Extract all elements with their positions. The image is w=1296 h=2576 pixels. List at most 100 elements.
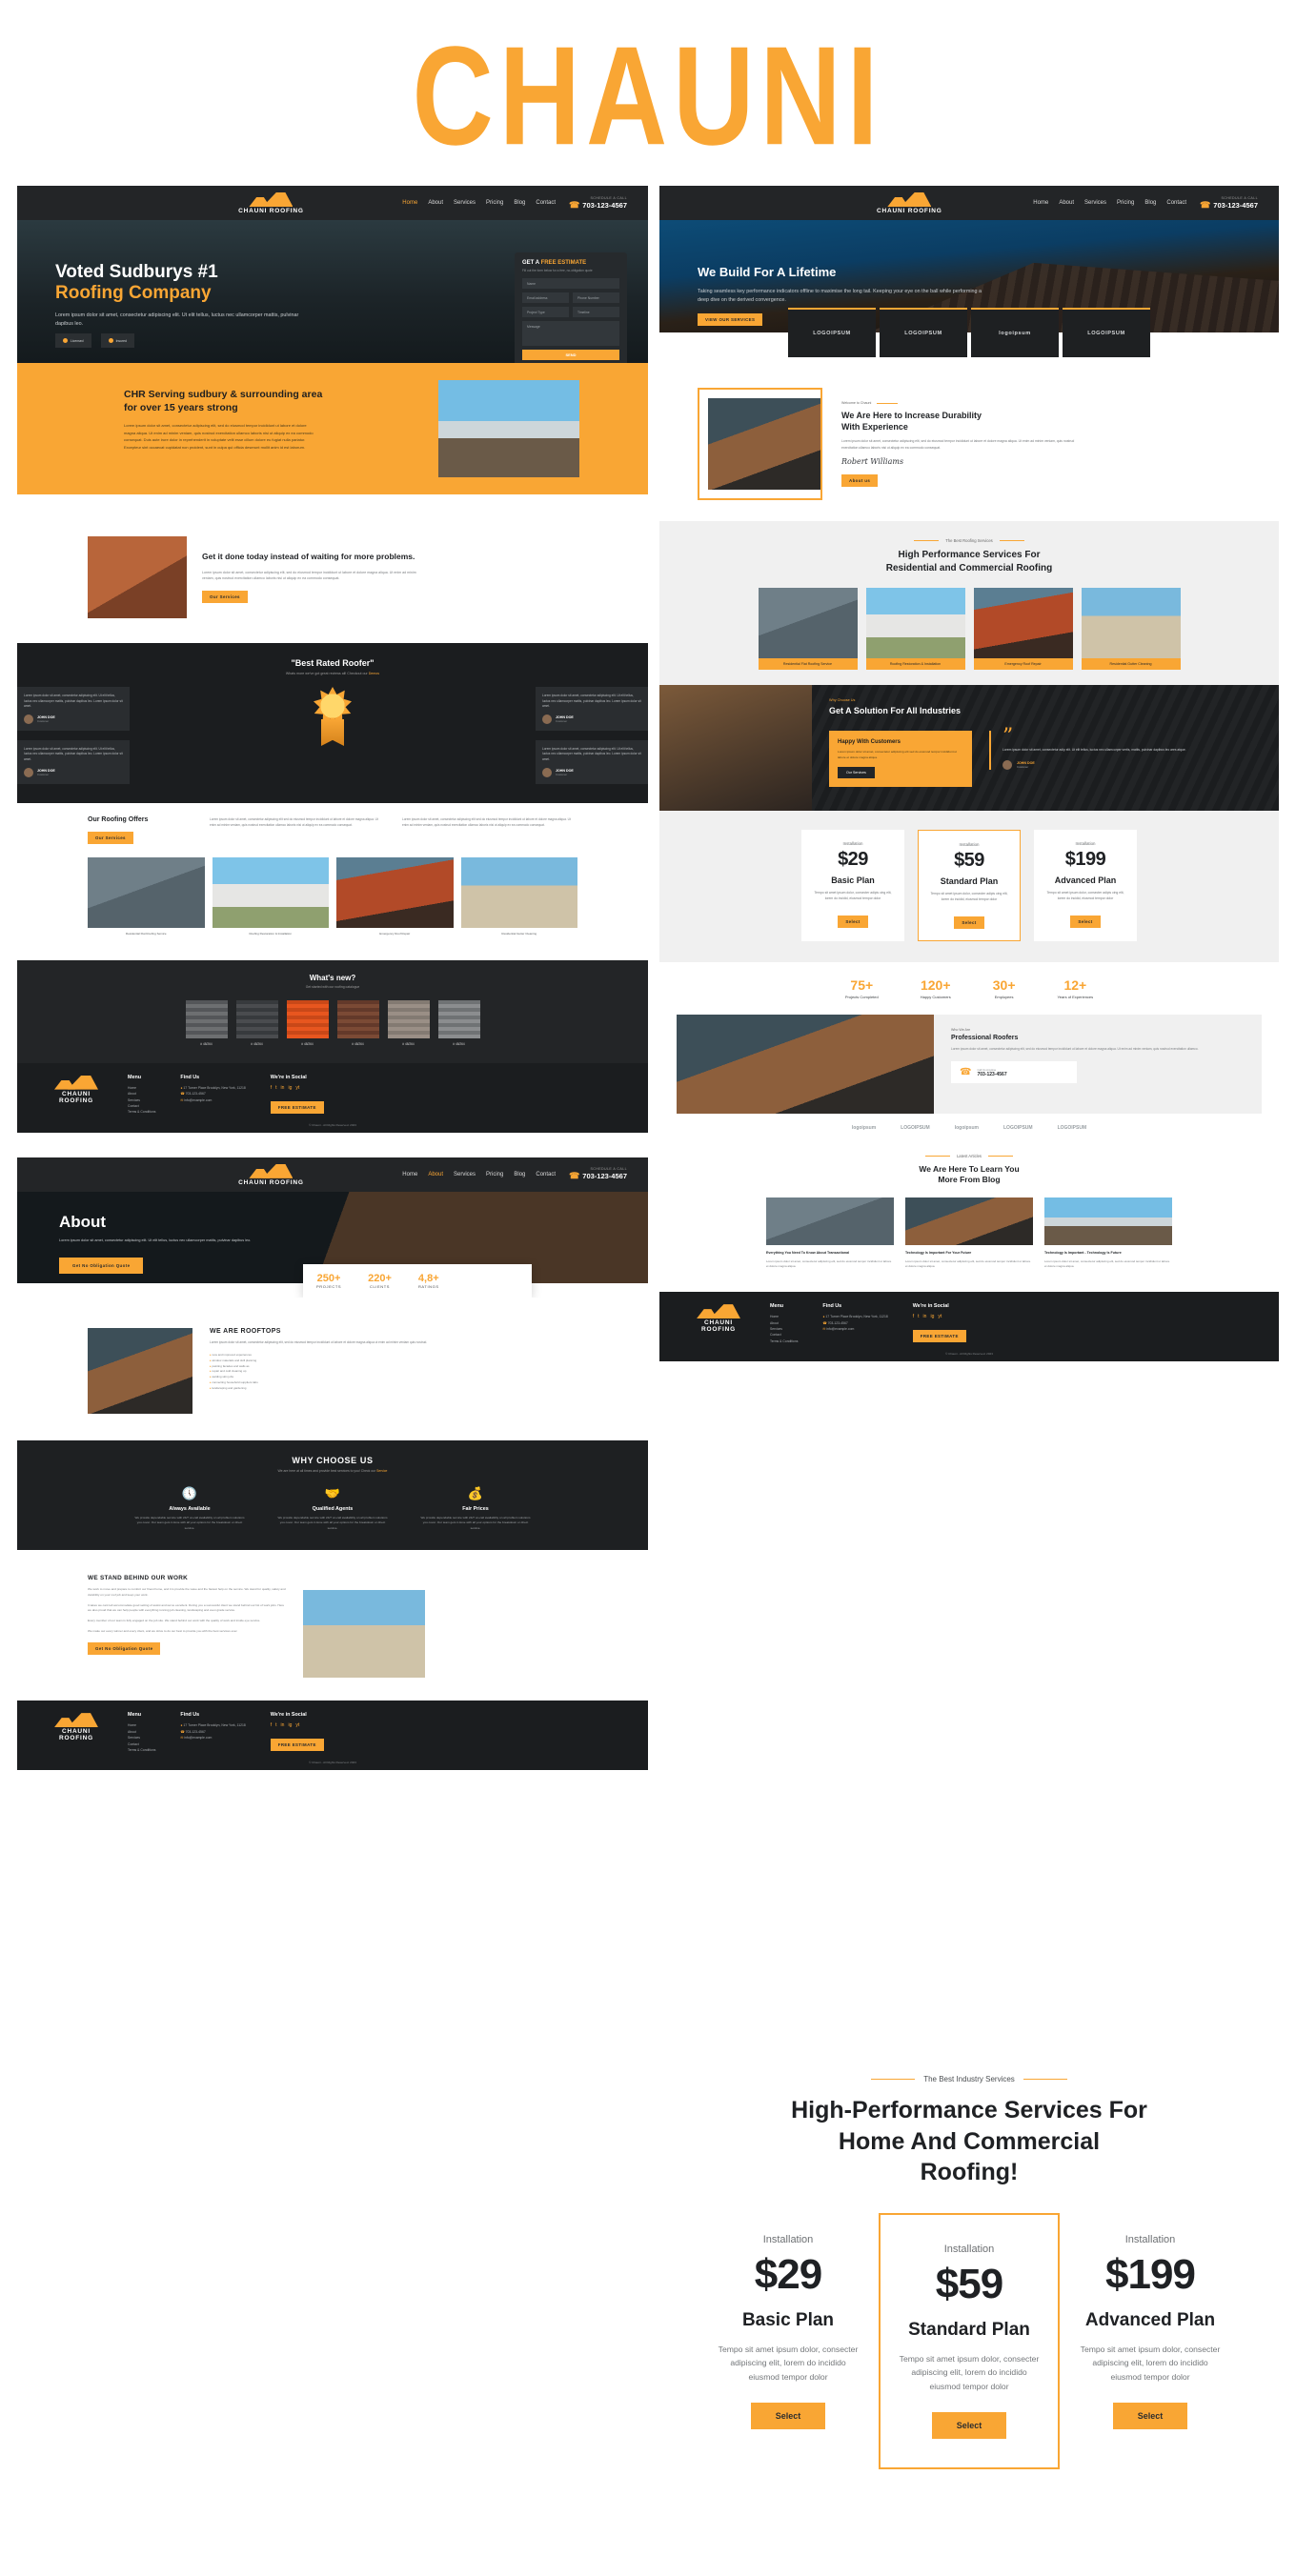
offer-card[interactable]: Roofing Restoration & Installation	[212, 856, 329, 936]
footer-link[interactable]: Terms & Conditions	[128, 1747, 155, 1753]
footer-estimate-button[interactable]: FREE ESTIMATE	[270, 1100, 324, 1114]
footer-email[interactable]: ✉ info@example.com	[180, 1097, 245, 1103]
phone-field[interactable]: Phone Number	[573, 292, 619, 303]
testimonials-demos-link[interactable]: Demos	[369, 672, 379, 675]
happy-services-button[interactable]: Our Services	[838, 767, 875, 779]
offers-services-button[interactable]: Our Services	[88, 831, 133, 844]
nav-phone[interactable]: SCHEDULE A CALL ☎ 703-123-4567	[569, 196, 627, 211]
logo[interactable]: CHAUNI ROOFING	[877, 191, 942, 214]
about-quote-button[interactable]: Get No Obligation Quote	[59, 1257, 144, 1274]
nav-phone[interactable]: SCHEDULE A CALL ☎ 703-123-4567	[569, 1167, 627, 1181]
swatch[interactable]: # 48/264	[387, 999, 430, 1046]
nav-item-about[interactable]: About	[1059, 200, 1074, 206]
swatch[interactable]: # 48/264	[235, 999, 278, 1046]
why-service-link[interactable]: Service	[376, 1469, 387, 1473]
mockup-waiting-section: Get it done today instead of waiting for…	[17, 521, 648, 628]
instagram-icon[interactable]: ig	[930, 1314, 934, 1319]
nav-phone[interactable]: SCHEDULE A CALL ☎ 703-123-4567	[1200, 196, 1258, 211]
youtube-icon[interactable]: yt	[295, 1722, 299, 1728]
footer-estimate-button[interactable]: FREE ESTIMATE	[912, 1330, 966, 1343]
send-button[interactable]: SEND	[522, 350, 619, 360]
nav-item-contact[interactable]: Contact	[1166, 200, 1186, 206]
offer-card[interactable]: Residential Gutter Cleaning	[460, 856, 577, 936]
linkedin-icon[interactable]: in	[281, 1722, 285, 1728]
youtube-icon[interactable]: yt	[295, 1085, 299, 1091]
footer-estimate-button[interactable]: FREE ESTIMATE	[270, 1739, 324, 1752]
professional-phone[interactable]: ☎ Call Us Anytime 703-123-4567	[951, 1061, 1077, 1084]
offer-card[interactable]: Emergency Roof Repair	[336, 856, 454, 936]
logo[interactable]: CHAUNI ROOFING	[238, 1163, 304, 1186]
offers-title: Our Roofing Offers	[88, 815, 149, 823]
service-card[interactable]: Roofing Restoration & Installation	[865, 588, 965, 670]
footer-link[interactable]: Terms & Conditions	[770, 1338, 798, 1344]
nav-item-contact[interactable]: Contact	[536, 200, 556, 206]
footer-logo[interactable]: CHAUNI ROOFING	[50, 1075, 103, 1116]
footer-logo[interactable]: CHAUNI ROOFING	[692, 1303, 745, 1344]
big-plan-select-button[interactable]: Select	[750, 2403, 826, 2430]
nav-item-about[interactable]: About	[428, 200, 443, 206]
nav-item-blog[interactable]: Blog	[514, 1172, 525, 1177]
nav-item-home[interactable]: Home	[1033, 200, 1048, 206]
service-card[interactable]: Residential Flat Roofing Service	[758, 588, 858, 670]
footer-link[interactable]: Terms & Conditions	[128, 1109, 155, 1115]
instagram-icon[interactable]: ig	[288, 1085, 292, 1091]
youtube-icon[interactable]: yt	[938, 1314, 942, 1319]
logo-text: CHAUNI ROOFING	[877, 208, 942, 214]
nav-item-pricing[interactable]: Pricing	[486, 200, 503, 206]
testimonials-row: Lorem ipsum dolor sit amet, consectetur …	[17, 687, 648, 784]
twitter-icon[interactable]: t	[918, 1314, 919, 1319]
big-plan-card-advanced: Installation $199 Advanced Plan Tempo si…	[1060, 2213, 1241, 2470]
nav-item-contact[interactable]: Contact	[536, 1172, 556, 1177]
about-us-button[interactable]: About us	[841, 473, 879, 487]
nav-item-home[interactable]: Home	[402, 200, 417, 206]
nav-item-services[interactable]: Services	[454, 200, 476, 206]
linkedin-icon[interactable]: in	[923, 1314, 927, 1319]
nav-item-services[interactable]: Services	[1084, 200, 1106, 206]
swatch[interactable]: # 48/264	[437, 999, 480, 1046]
facebook-icon[interactable]: f	[913, 1314, 914, 1319]
blog-card[interactable]: Technology Is Important For Your Future L…	[905, 1197, 1033, 1270]
name-field[interactable]: Name	[522, 278, 619, 289]
estimate-form[interactable]: GET A FREE ESTIMATE Fill out the form be…	[515, 252, 627, 363]
nav-item-pricing[interactable]: Pricing	[486, 1172, 503, 1177]
service-image	[865, 588, 965, 658]
plan-select-button[interactable]: Select	[1070, 915, 1101, 928]
nav-item-home[interactable]: Home	[402, 1172, 417, 1177]
footer-email[interactable]: ✉ info@example.com	[822, 1326, 887, 1332]
twitter-icon[interactable]: t	[275, 1085, 276, 1091]
offer-card[interactable]: Residential Flat Roofing Service	[88, 856, 205, 936]
plan-select-button[interactable]: Select	[954, 916, 984, 929]
big-plan-select-button[interactable]: Select	[1112, 2403, 1188, 2430]
project-type-field[interactable]: Project Type	[522, 307, 569, 317]
email-field[interactable]: Email address	[522, 292, 569, 303]
big-plan-select-button[interactable]: Select	[931, 2412, 1007, 2440]
mockup-services: The Best Roofing Services High Performan…	[659, 521, 1279, 685]
facebook-icon[interactable]: f	[271, 1722, 272, 1728]
service-card[interactable]: Residential Gutter Cleaning	[1081, 588, 1181, 670]
facebook-icon[interactable]: f	[271, 1085, 272, 1091]
timeline-field[interactable]: Timeline	[573, 307, 619, 317]
blog-card[interactable]: Technology Is Important - Technology Is …	[1044, 1197, 1172, 1270]
nav-item-blog[interactable]: Blog	[514, 200, 525, 206]
message-field[interactable]: Message	[522, 321, 619, 346]
nav-item-blog[interactable]: Blog	[1144, 200, 1156, 206]
footer-email[interactable]: ✉ info@example.com	[180, 1735, 245, 1741]
nav-item-services[interactable]: Services	[454, 1172, 476, 1177]
offers-paragraph-2: Lorem ipsum dolor sit amet, consectetur …	[402, 816, 571, 827]
nav-item-about[interactable]: About	[428, 1172, 443, 1177]
our-services-button[interactable]: Our Services	[202, 590, 248, 603]
nav-item-pricing[interactable]: Pricing	[1117, 200, 1134, 206]
blog-card[interactable]: Everything You Need To Know About Transa…	[766, 1197, 894, 1270]
logo[interactable]: CHAUNI ROOFING	[238, 191, 304, 214]
instagram-icon[interactable]: ig	[288, 1722, 292, 1728]
plan-name: Standard Plan	[940, 876, 999, 886]
footer-logo[interactable]: CHAUNI ROOFING	[50, 1712, 103, 1753]
linkedin-icon[interactable]: in	[281, 1085, 285, 1091]
swatch[interactable]: # 48/264	[336, 999, 379, 1046]
plan-select-button[interactable]: Select	[838, 915, 868, 928]
swatch[interactable]: # 48/264	[185, 999, 228, 1046]
swatch[interactable]: # 48/264	[286, 999, 329, 1046]
twitter-icon[interactable]: t	[275, 1722, 276, 1728]
stand-quote-button[interactable]: Get No Obligation Quote	[88, 1642, 161, 1656]
service-card[interactable]: Emergency Roof Repair	[973, 588, 1073, 670]
